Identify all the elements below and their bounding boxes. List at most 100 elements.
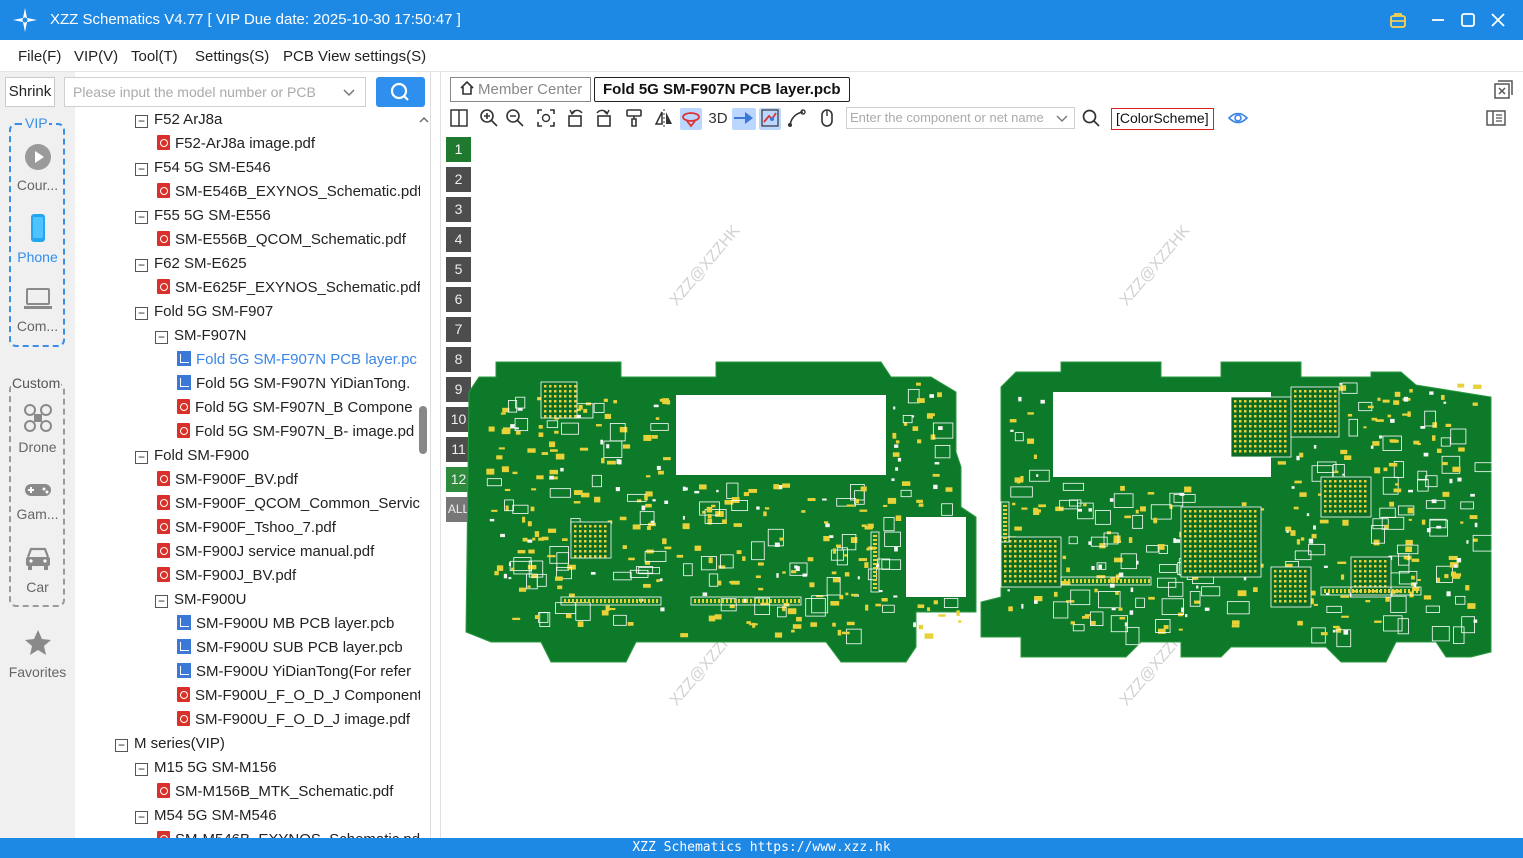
- tree-file[interactable]: SM-F900U YiDianTong(For refer: [177, 660, 411, 684]
- pin-arrow-icon[interactable]: [732, 108, 756, 130]
- search-button[interactable]: [376, 77, 425, 107]
- tree-file[interactable]: Fold 5G SM-F907N_B Compone: [177, 396, 413, 420]
- tree-file[interactable]: SM-F900U_F_O_D_J image.pdf: [177, 708, 410, 732]
- tree-scrollbar[interactable]: [417, 110, 431, 838]
- rail-item-drone[interactable]: Drone: [0, 403, 75, 455]
- layer-button[interactable]: 4: [446, 227, 471, 252]
- tree-folder[interactable]: − Fold 5G SM-F907: [135, 300, 273, 324]
- tree-folder[interactable]: − F54 5G SM-E546: [135, 156, 271, 180]
- view-3d-button[interactable]: 3D: [705, 108, 731, 130]
- layer-button[interactable]: 7: [446, 317, 471, 342]
- flip-board-icon[interactable]: [680, 108, 702, 130]
- rail-item-games[interactable]: Gam...: [0, 480, 75, 522]
- tree-item-label: SM-F900U YiDianTong(For refer: [196, 663, 412, 680]
- layer-button[interactable]: 3: [446, 197, 471, 222]
- chevron-down-icon[interactable]: [343, 83, 355, 102]
- collapse-toggle-icon[interactable]: −: [135, 259, 148, 272]
- tree-file[interactable]: Fold 5G SM-F907N YiDianTong.: [177, 372, 410, 396]
- collapse-toggle-icon[interactable]: −: [135, 451, 148, 464]
- tree-item-label: M54 5G SM-M546: [154, 807, 277, 824]
- collapse-toggle-icon[interactable]: −: [135, 763, 148, 776]
- close-tabs-icon[interactable]: [1493, 80, 1513, 100]
- rotate-right-icon[interactable]: [592, 108, 614, 130]
- menu-settings[interactable]: Settings(S): [195, 48, 269, 65]
- collapse-toggle-icon[interactable]: −: [115, 739, 128, 752]
- close-button[interactable]: [1486, 8, 1510, 32]
- maximize-button[interactable]: [1456, 8, 1480, 32]
- vip-bag-icon[interactable]: [1386, 8, 1410, 32]
- pdf-file-icon: [157, 831, 170, 838]
- tree-folder[interactable]: − M series(VIP): [115, 732, 225, 756]
- paint-brush-icon[interactable]: [623, 108, 645, 130]
- tree-file[interactable]: SM-F900U_F_O_D_J Component: [177, 684, 420, 708]
- tree-file[interactable]: SM-M546B_EXYNOS_Schematic.pdf: [157, 828, 420, 838]
- tab-pcb-file[interactable]: Fold 5G SM-F907N PCB layer.pcb: [594, 77, 850, 102]
- pcb-board-view[interactable]: [461, 357, 1501, 677]
- rail-item-courses[interactable]: Cour...: [0, 143, 75, 193]
- tree-file[interactable]: Fold 5G SM-F907N PCB layer.pc: [177, 348, 417, 372]
- layer-button[interactable]: 6: [446, 287, 471, 312]
- layer-button[interactable]: 1: [446, 137, 471, 162]
- net-highlight-icon[interactable]: [759, 108, 781, 130]
- tree-file[interactable]: SM-F900U SUB PCB layer.pcb: [177, 636, 403, 660]
- component-search-input[interactable]: Enter the component or net name: [846, 107, 1075, 129]
- tab-member-center[interactable]: Member Center: [450, 77, 592, 102]
- model-search-input[interactable]: Please input the model number or PCB: [64, 77, 366, 107]
- menu-tool[interactable]: Tool(T): [131, 48, 178, 65]
- collapse-toggle-icon[interactable]: −: [135, 115, 148, 128]
- tree-folder[interactable]: − F52 ArJ8a: [135, 108, 222, 132]
- split-view-icon[interactable]: [448, 108, 470, 130]
- menu-vip[interactable]: VIP(V): [74, 48, 118, 65]
- tree-file[interactable]: SM-E556B_QCOM_Schematic.pdf: [157, 228, 406, 252]
- color-scheme-button[interactable]: [ColorScheme]: [1111, 108, 1214, 130]
- collapse-toggle-icon[interactable]: −: [135, 811, 148, 824]
- menu-pcb-view-settings[interactable]: PCB View settings(S): [283, 48, 426, 65]
- collapse-toggle-icon[interactable]: −: [135, 211, 148, 224]
- chevron-down-icon[interactable]: [1056, 113, 1068, 125]
- app-logo-icon: [13, 8, 37, 32]
- tree-file[interactable]: SM-F900F_Tshoo_7.pdf: [157, 516, 336, 540]
- collapse-toggle-icon[interactable]: −: [155, 595, 168, 608]
- search-component-icon[interactable]: [1080, 108, 1102, 130]
- tree-folder[interactable]: − SM-F907N: [155, 324, 247, 348]
- rail-item-car[interactable]: Car: [0, 545, 75, 595]
- tree-file[interactable]: SM-F900J_BV.pdf: [157, 564, 296, 588]
- scroll-up-icon[interactable]: [417, 115, 431, 125]
- tree-folder[interactable]: − F62 SM-E625: [135, 252, 247, 276]
- tree-file[interactable]: Fold 5G SM-F907N_B- image.pd: [177, 420, 414, 444]
- rail-item-favorites[interactable]: Favorites: [0, 628, 75, 680]
- tree-folder[interactable]: − SM-F900U: [155, 588, 247, 612]
- mirror-icon[interactable]: [653, 108, 675, 130]
- tree-folder[interactable]: − M15 5G SM-M156: [135, 756, 277, 780]
- trace-route-icon[interactable]: [786, 108, 808, 130]
- tree-folder[interactable]: − M54 5G SM-M546: [135, 804, 277, 828]
- fit-view-icon[interactable]: [535, 108, 557, 130]
- tree-file[interactable]: SM-E546B_EXYNOS_Schematic.pdf: [157, 180, 420, 204]
- tree-folder[interactable]: − F55 5G SM-E556: [135, 204, 271, 228]
- shrink-button[interactable]: Shrink: [5, 77, 55, 107]
- tree-file[interactable]: SM-F900F_BV.pdf: [157, 468, 298, 492]
- scrollbar-thumb[interactable]: [419, 406, 427, 454]
- tree-file[interactable]: SM-F900U MB PCB layer.pcb: [177, 612, 394, 636]
- zoom-in-icon[interactable]: [478, 108, 500, 130]
- tree-file[interactable]: SM-M156B_MTK_Schematic.pdf: [157, 780, 393, 804]
- rail-item-computer[interactable]: Com...: [0, 286, 75, 334]
- tree-file[interactable]: F52-ArJ8a image.pdf: [157, 132, 315, 156]
- tree-file[interactable]: SM-F900F_QCOM_Common_Servic: [157, 492, 420, 516]
- collapse-toggle-icon[interactable]: −: [135, 163, 148, 176]
- eye-icon[interactable]: [1227, 108, 1249, 130]
- menu-file[interactable]: File(F): [18, 48, 61, 65]
- tree-file[interactable]: SM-E625F_EXYNOS_Schematic.pdf: [157, 276, 420, 300]
- mouse-mode-icon[interactable]: [816, 108, 838, 130]
- layer-button[interactable]: 2: [446, 167, 471, 192]
- minimize-button[interactable]: [1426, 8, 1450, 32]
- rotate-left-icon[interactable]: [565, 108, 587, 130]
- side-panel-toggle-icon[interactable]: [1485, 108, 1507, 130]
- collapse-toggle-icon[interactable]: −: [135, 307, 148, 320]
- tree-file[interactable]: SM-F900J service manual.pdf: [157, 540, 374, 564]
- rail-item-phone[interactable]: Phone: [0, 213, 75, 265]
- zoom-out-icon[interactable]: [504, 108, 526, 130]
- collapse-toggle-icon[interactable]: −: [155, 331, 168, 344]
- tree-folder[interactable]: − Fold SM-F900: [135, 444, 249, 468]
- layer-button[interactable]: 5: [446, 257, 471, 282]
